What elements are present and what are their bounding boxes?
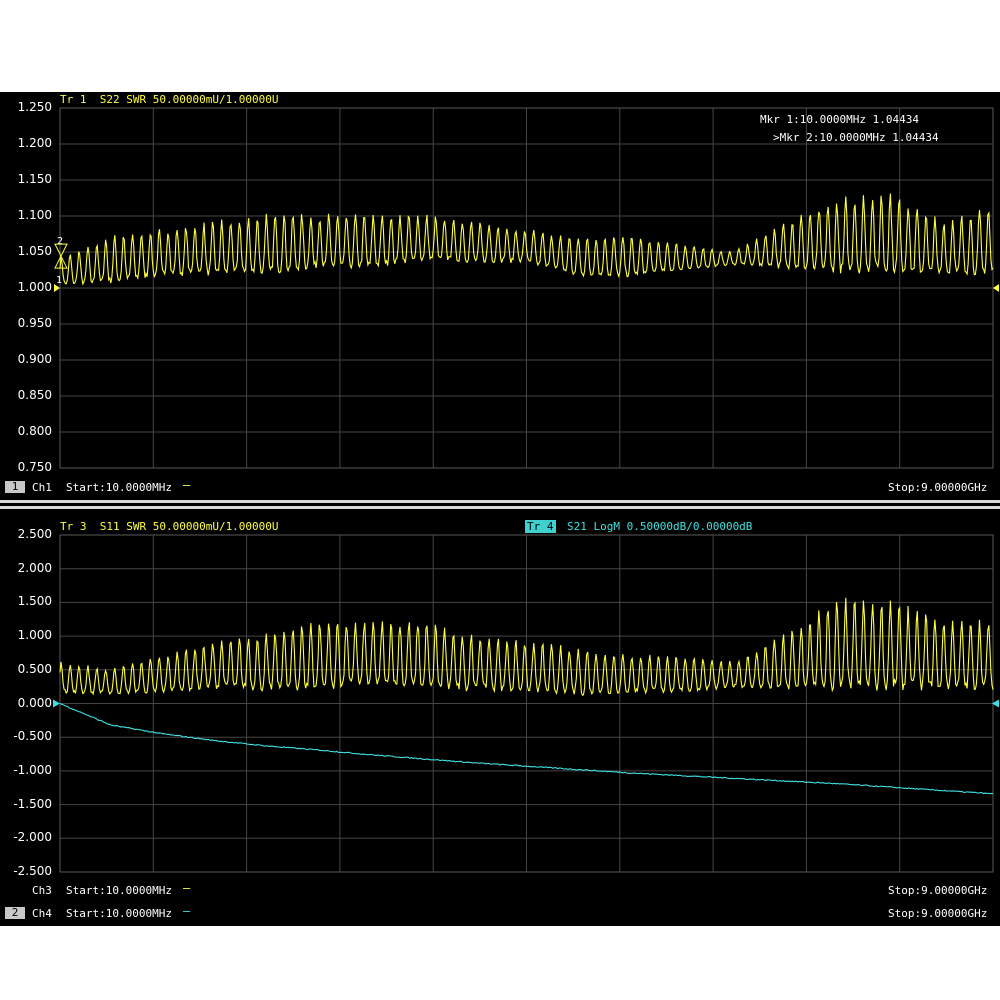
marker2-tag: 2 <box>57 236 64 247</box>
channel1-label: Ch1 <box>32 481 52 494</box>
channel3-trace-swatch: — <box>183 881 191 895</box>
channel4-start: Start:10.0000MHz <box>66 907 172 920</box>
channel4-trace-swatch: — <box>183 904 191 918</box>
channel1-start: Start:10.0000MHz <box>66 481 172 494</box>
channel3-stop: Stop:9.00000GHz <box>888 884 988 897</box>
reference-marker-right <box>993 284 999 292</box>
channel1-trace-swatch: — <box>183 478 191 492</box>
channel4-label: Ch4 <box>32 907 52 920</box>
top-trace-pane[interactable]: Tr 1 S22 SWR 50.00000mU/1.00000U Mkr 1:1… <box>0 92 1000 495</box>
channel1-number-box[interactable]: 1 <box>5 481 25 493</box>
channel3-label: Ch3 <box>32 884 52 897</box>
top-plot-svg[interactable] <box>0 92 1000 495</box>
bottom-plot-svg[interactable] <box>0 515 1000 926</box>
channel4-stop: Stop:9.00000GHz <box>888 907 988 920</box>
channel3-start: Start:10.0000MHz <box>66 884 172 897</box>
channel1-stop: Stop:9.00000GHz <box>888 481 988 494</box>
channel2-number-box[interactable]: 2 <box>5 907 25 919</box>
marker1-tag: 1 <box>56 275 63 286</box>
pane-separator[interactable] <box>0 495 1000 515</box>
reference-marker-left <box>53 699 60 708</box>
bottom-trace-pane[interactable]: Tr 3 S11 SWR 50.00000mU/1.00000U Tr 4 S2… <box>0 515 1000 926</box>
